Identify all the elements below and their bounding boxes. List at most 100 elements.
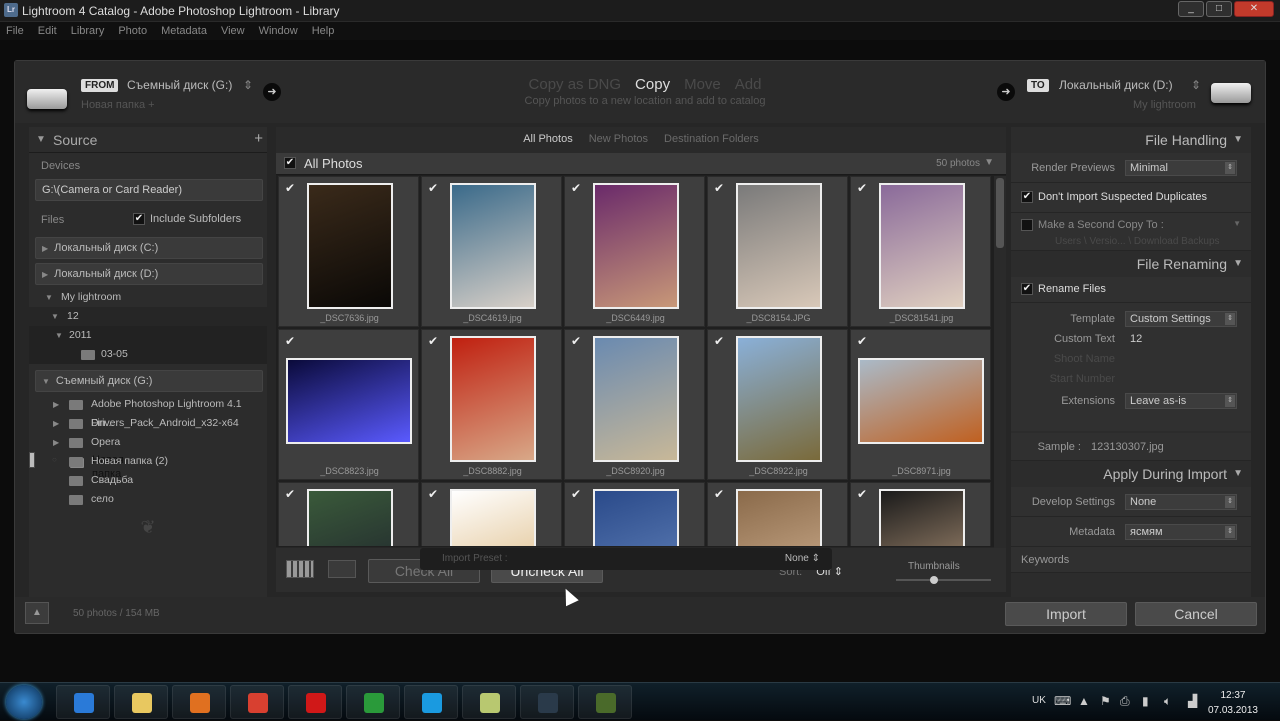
menu-help[interactable]: Help (312, 22, 335, 40)
disk-c[interactable]: ▶ Локальный диск (C:) (35, 237, 263, 259)
checkmark-icon[interactable]: ✔ (857, 181, 867, 195)
expand-triangle-icon[interactable]: ▶ (53, 433, 59, 452)
keywords-row[interactable]: Keywords (1011, 547, 1251, 573)
checkmark-icon[interactable]: ✔ (285, 334, 295, 348)
collapse-triangle-icon[interactable]: ▼ (984, 157, 994, 168)
add-source-icon[interactable]: + (254, 130, 263, 147)
close-button[interactable]: ✕ (1234, 1, 1274, 17)
second-copy-toggle[interactable]: ✔ Make a Second Copy To : (1021, 219, 1164, 232)
thumbnail-cell[interactable]: ✔ (850, 482, 991, 546)
thumbnail-size-slider[interactable] (896, 576, 991, 584)
cancel-button[interactable]: Cancel (1135, 602, 1257, 626)
checkmark-icon[interactable]: ✔ (714, 334, 724, 348)
folder-item[interactable]: ▶ Opera (29, 433, 267, 452)
import-preset-value[interactable]: None ⇕ (785, 553, 820, 564)
menu-window[interactable]: Window (259, 22, 298, 40)
taskbar-button[interactable] (114, 685, 168, 719)
disk-d[interactable]: ▶ Локальный диск (D:) (35, 263, 263, 285)
menu-metadata[interactable]: Metadata (161, 22, 207, 40)
extensions-select[interactable]: Leave as-is ⇕ (1125, 393, 1237, 409)
loupe-view-icon[interactable] (328, 560, 356, 578)
thumbnail-cell[interactable]: ✔ _DSC8882.jpg (421, 329, 562, 480)
taskbar-button[interactable] (404, 685, 458, 719)
taskbar-button[interactable] (172, 685, 226, 719)
tab-all-photos[interactable]: All Photos (523, 133, 573, 145)
thumbnail-image[interactable] (593, 183, 679, 309)
duplicates-row[interactable]: ✔ Don't Import Suspected Duplicates (1011, 183, 1251, 213)
language-indicator[interactable]: UK (1032, 695, 1046, 706)
checkmark-icon[interactable]: ✔ (571, 181, 581, 195)
thumbnail-image[interactable] (593, 489, 679, 546)
checkmark-icon[interactable]: ✔ (285, 181, 295, 195)
taskbar-button[interactable] (346, 685, 400, 719)
to-drive-name[interactable]: Локальный диск (D:) (1059, 78, 1173, 92)
checkmark-icon[interactable]: ✔ (857, 487, 867, 501)
rename-files-toggle[interactable]: ✔ Rename Files (1021, 283, 1106, 296)
menu-library[interactable]: Library (71, 22, 105, 40)
network-icon[interactable]: ▟ (1188, 694, 1197, 708)
checkbox-icon[interactable]: ✔ (1021, 191, 1033, 204)
folder-item[interactable]: ▶ Drivers_Pack_Android_x32-x64 (29, 414, 267, 433)
start-button[interactable] (6, 685, 42, 719)
tab-new-photos[interactable]: New Photos (589, 133, 648, 145)
thumbnail-cell[interactable]: ✔ _DSC8154.JPG (707, 176, 848, 327)
custom-text-input[interactable]: 12 (1125, 331, 1237, 347)
source-header[interactable]: ▼ Source + (29, 127, 267, 153)
thumbnail-image[interactable] (450, 183, 536, 309)
checkmark-icon[interactable]: ✔ (571, 487, 581, 501)
file-renaming-header[interactable]: File Renaming ▼ (1011, 251, 1251, 277)
thumbnail-image[interactable] (307, 183, 393, 309)
expand-triangle-icon[interactable]: ▶ (42, 244, 48, 253)
tab-destination-folders[interactable]: Destination Folders (664, 133, 759, 145)
collapse-triangle-icon[interactable]: ▼ (51, 307, 59, 326)
tree-03-05[interactable]: 03-05 (29, 345, 267, 364)
thumbnail-cell[interactable]: ✔ (278, 482, 419, 546)
metadata-select[interactable]: ясмям ⇕ (1125, 524, 1237, 540)
checkmark-icon[interactable]: ✔ (428, 334, 438, 348)
usb-icon[interactable]: ⎙ (1120, 694, 1130, 709)
mode-add[interactable]: Add (735, 76, 762, 93)
taskbar-button[interactable] (288, 685, 342, 719)
checkmark-icon[interactable]: ✔ (428, 487, 438, 501)
tree-2011[interactable]: ▼ 2011 (29, 326, 267, 345)
taskbar-button[interactable] (578, 685, 632, 719)
file-handling-header[interactable]: File Handling ▼ (1011, 127, 1251, 153)
taskbar-button[interactable] (520, 685, 574, 719)
checkbox-icon[interactable]: ✔ (284, 157, 296, 169)
flag-icon[interactable]: ⚑ (1100, 694, 1111, 708)
checkmark-icon[interactable]: ✔ (857, 334, 867, 348)
thumbnail-image[interactable] (450, 336, 536, 462)
import-button[interactable]: Import (1005, 602, 1127, 626)
thumbnail-cell[interactable]: ✔ _DSC81541.jpg (850, 176, 991, 327)
thumbnail-image[interactable] (450, 489, 536, 546)
expand-triangle-icon[interactable]: ▶ (53, 395, 59, 414)
collapse-triangle-icon[interactable]: ▼ (45, 288, 53, 307)
taskbar-button[interactable] (462, 685, 516, 719)
from-drive-name[interactable]: Съемный диск (G:) (127, 78, 232, 92)
develop-settings-select[interactable]: None ⇕ (1125, 494, 1237, 510)
thumbnail-image[interactable] (307, 489, 393, 546)
disk-g[interactable]: ▼ Съемный диск (G:) (35, 370, 263, 392)
device-card-reader[interactable]: G:\(Camera or Card Reader) (35, 179, 263, 201)
folder-item[interactable]: Свадьба (29, 471, 267, 490)
expand-triangle-icon[interactable]: ▶ (42, 270, 48, 279)
checkbox-icon[interactable]: ✔ (1021, 219, 1033, 232)
menu-photo[interactable]: Photo (118, 22, 147, 40)
clock[interactable]: 12:37 07.03.2013 (1208, 688, 1258, 718)
checkmark-icon[interactable]: ✔ (714, 487, 724, 501)
to-dropdown-icon[interactable]: ⇕ (1191, 78, 1201, 92)
mode-copy-as-dng[interactable]: Copy as DNG (529, 76, 622, 93)
thumbnail-image[interactable] (879, 183, 965, 309)
thumbnail-cell[interactable]: ✔ _DSC8823.jpg (278, 329, 419, 480)
thumbnail-image[interactable] (286, 358, 412, 444)
collapse-triangle-icon[interactable]: ▼ (1233, 468, 1243, 479)
grid-view-icon[interactable] (286, 560, 314, 578)
thumbnail-cell[interactable]: ✔ _DSC8971.jpg (850, 329, 991, 480)
mode-move[interactable]: Move (684, 76, 721, 93)
checkmark-icon[interactable]: ✔ (714, 181, 724, 195)
maximize-button[interactable]: □ (1206, 1, 1232, 17)
thumbnail-image[interactable] (879, 489, 965, 546)
power-icon[interactable]: ▮ (1142, 694, 1149, 708)
collapse-triangle-icon[interactable]: ▼ (1233, 134, 1243, 145)
mode-copy[interactable]: Copy (635, 76, 670, 93)
